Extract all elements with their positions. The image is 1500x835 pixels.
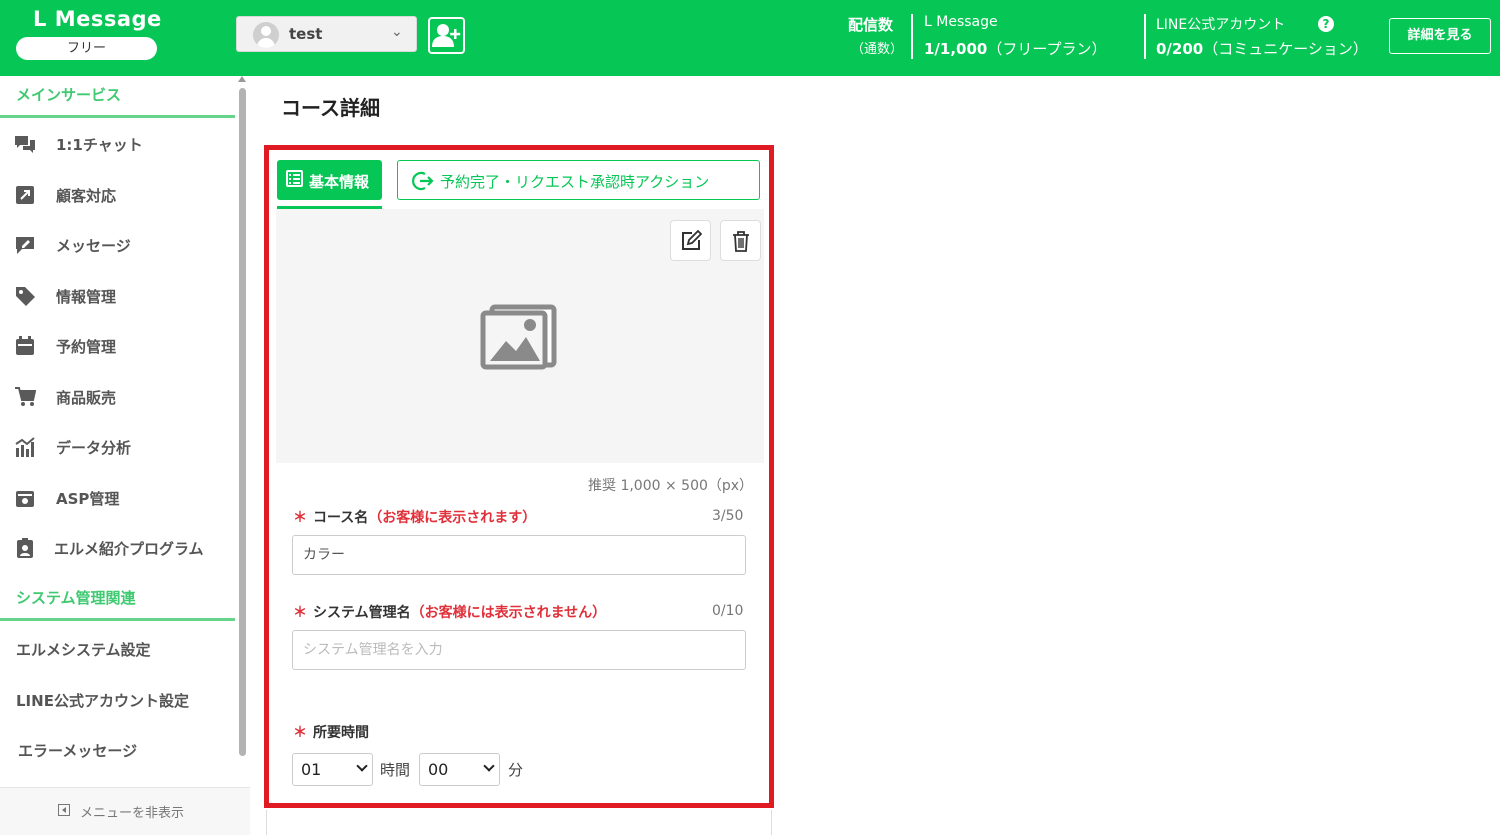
course-name-label: ＊コース名（お客様に表示されます） [293, 510, 537, 526]
system-name-label: ＊システム管理名（お客様には表示されません） [293, 605, 607, 621]
hours-select[interactable]: 01 [292, 753, 373, 786]
sidebar: メインサービス 1:1チャット 顧客対応 メッセージ 情報管理 予約管理 商品販… [0, 76, 250, 835]
sidebar-item-label: 1:1チャット [56, 136, 143, 154]
minutes-select[interactable]: 00 [419, 753, 500, 786]
account-name: test [289, 25, 323, 43]
sidebar-item-sales[interactable]: 商品販売 [0, 377, 235, 417]
list-icon [286, 170, 303, 187]
tab-reservation-action[interactable]: 予約完了・リクエスト承認時アクション [397, 160, 760, 200]
chevron-down-icon [483, 760, 495, 772]
sidebar-item-info[interactable]: 情報管理 [0, 276, 235, 316]
asp-icon [16, 491, 34, 507]
calendar-icon [16, 336, 34, 355]
chevron-down-icon: ⌄ [391, 24, 403, 40]
system-name-counter: 0/10 [712, 603, 744, 619]
required-mark: ＊ [293, 725, 307, 741]
hours-value: 01 [301, 760, 322, 779]
edit-image-button[interactable] [670, 220, 711, 261]
lmessage-usage: 1/1,000（フリープラン） [924, 40, 1107, 58]
section-divider [0, 618, 235, 621]
minutes-value: 00 [428, 760, 449, 779]
hide-menu-label: メニューを非表示 [80, 806, 185, 821]
sidebar-item-label: メッセージ [56, 237, 131, 255]
lmessage-title: L Message [924, 14, 998, 30]
tab-label: 予約完了・リクエスト承認時アクション [440, 173, 710, 191]
sidebar-item-chat[interactable]: 1:1チャット [0, 124, 235, 164]
course-name-counter: 3/50 [712, 508, 744, 524]
details-button[interactable]: 詳細を見る [1389, 18, 1491, 54]
edit-icon [682, 230, 702, 250]
delete-image-button[interactable] [720, 220, 761, 261]
message-edit-icon [16, 237, 34, 254]
arrow-up-right-icon [16, 186, 34, 204]
user-plus-icon [432, 24, 461, 47]
recommended-size-text: 推奨 1,000 × 500（px） [588, 478, 754, 494]
card-edge [266, 810, 772, 835]
tab-basic-info[interactable]: 基本情報 [277, 160, 382, 200]
top-header: L Message フリー test ⌄ 配信数 （通数） L Message … [0, 0, 1500, 76]
add-account-button[interactable] [428, 17, 465, 54]
sidebar-item-label: エルメ紹介プログラム [54, 540, 204, 558]
plan-badge: フリー [16, 37, 157, 60]
sidebar-item-lme-settings[interactable]: エルメシステム設定 [16, 639, 151, 660]
system-name-input[interactable]: システム管理名を入力 [292, 630, 746, 670]
tag-icon [16, 287, 35, 306]
sidebar-item-line-settings[interactable]: LINE公式アカウント設定 [16, 690, 189, 711]
tab-label: 基本情報 [309, 173, 370, 191]
sidebar-item-label: 情報管理 [56, 288, 117, 306]
sidebar-item-analytics[interactable]: データ分析 [0, 427, 235, 467]
official-account-title: LINE公式アカウント [1156, 17, 1286, 33]
sidebar-item-asp[interactable]: ASP管理 [0, 478, 235, 518]
section-main-services: メインサービス [16, 86, 122, 104]
collapse-icon [58, 804, 70, 816]
clipboard-user-icon [17, 538, 33, 558]
scrollbar-thumb[interactable] [239, 88, 246, 756]
section-system: システム管理関連 [16, 589, 136, 607]
minutes-unit: 分 [508, 761, 524, 779]
sidebar-item-label: ASP管理 [56, 490, 120, 508]
account-selector[interactable]: test ⌄ [236, 16, 417, 52]
hide-menu-button[interactable]: メニューを非表示 [0, 787, 250, 835]
sidebar-item-reservation[interactable]: 予約管理 [0, 326, 235, 366]
sidebar-item-customer[interactable]: 顧客対応 [0, 175, 235, 215]
required-mark: ＊ [293, 605, 307, 621]
sidebar-item-label: 商品販売 [56, 389, 117, 407]
chevron-down-icon [356, 760, 368, 772]
sidebar-item-referral[interactable]: エルメ紹介プログラム [0, 528, 235, 568]
sidebar-item-message[interactable]: メッセージ [0, 225, 235, 265]
logo: L Message [33, 7, 162, 31]
section-divider [0, 115, 235, 118]
sidebar-item-label: 顧客対応 [56, 187, 117, 205]
chat-icon [15, 136, 35, 153]
official-account-usage: 0/200（コミュニケーション） [1156, 40, 1368, 58]
duration-label: ＊所要時間 [293, 725, 369, 741]
sidebar-item-error-messages[interactable]: エラーメッセージ [18, 740, 137, 761]
exit-arrow-icon [412, 171, 434, 191]
help-icon[interactable]: ? [1318, 16, 1334, 32]
image-placeholder-icon [480, 304, 557, 370]
trash-icon [733, 231, 749, 252]
scroll-up-arrow[interactable] [238, 76, 246, 82]
cart-icon [15, 387, 36, 406]
sidebar-item-label: データ分析 [56, 439, 132, 457]
avatar [253, 22, 279, 48]
course-name-input[interactable]: カラー [292, 535, 746, 575]
delivery-count-sub: （通数） [851, 42, 904, 57]
header-divider [1144, 14, 1146, 59]
header-divider [911, 14, 913, 59]
sidebar-item-label: 予約管理 [56, 338, 117, 356]
delivery-count-title: 配信数 [848, 16, 894, 34]
required-mark: ＊ [293, 510, 307, 526]
chart-icon [15, 437, 35, 457]
page-title: コース詳細 [281, 96, 380, 120]
hours-unit: 時間 [380, 761, 411, 779]
